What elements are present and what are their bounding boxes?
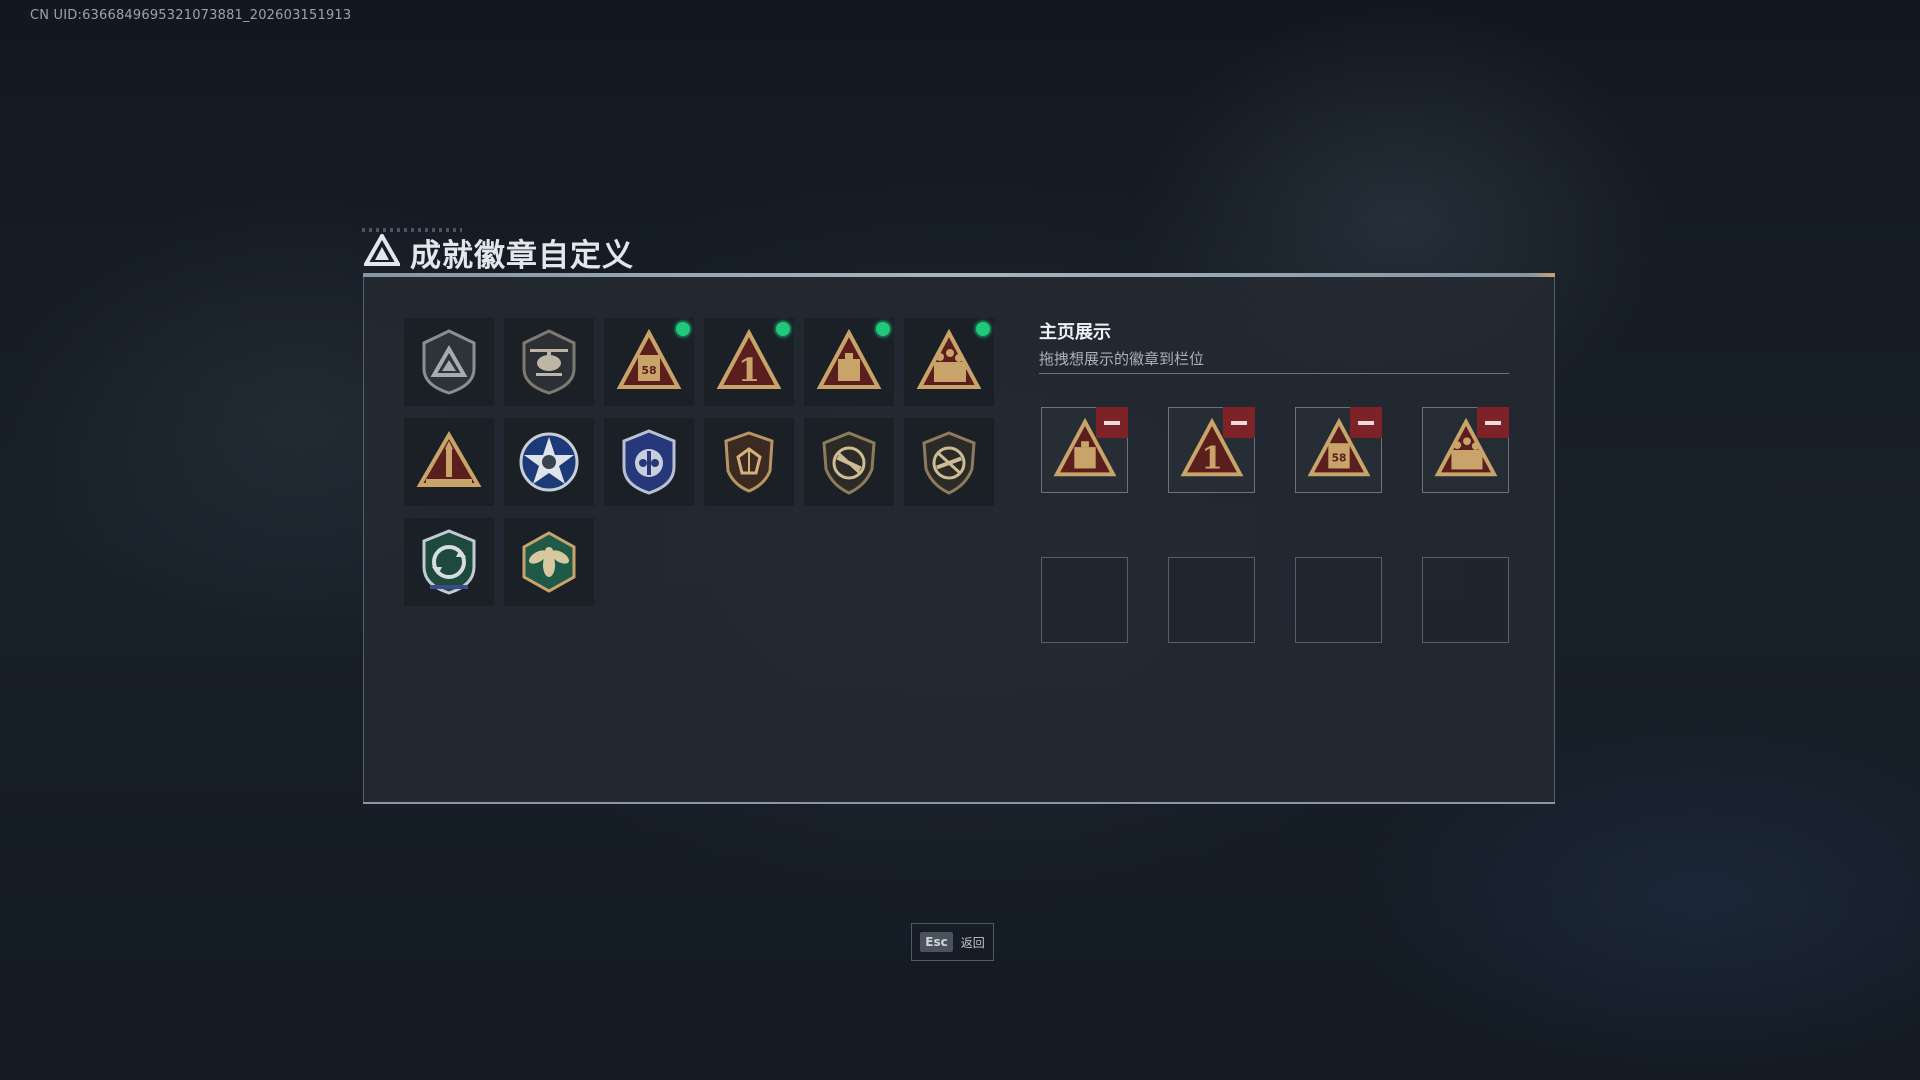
no-rifle-shield-icon <box>822 431 876 495</box>
display-slot-empty[interactable] <box>1041 557 1128 643</box>
badge-item[interactable] <box>504 318 594 406</box>
badge-item[interactable] <box>504 518 594 606</box>
display-slot-empty[interactable] <box>1168 557 1255 643</box>
recycle-shield-icon <box>422 529 476 595</box>
shield-triangle-icon <box>422 329 476 395</box>
panel-top-accent <box>363 273 1555 277</box>
remove-badge-button[interactable] <box>1477 407 1509 438</box>
triangle-soldiers-icon <box>916 328 982 389</box>
badge-item[interactable] <box>404 318 494 406</box>
triangle-logo-icon <box>362 231 402 270</box>
new-indicator <box>976 322 990 336</box>
new-indicator <box>776 322 790 336</box>
svg-text:1: 1 <box>738 351 760 389</box>
wasp-hexagon-icon <box>522 531 576 593</box>
remove-badge-button[interactable] <box>1350 407 1382 438</box>
helicopter-shield-icon <box>522 329 576 395</box>
panel-bottom-line <box>363 802 1555 804</box>
badge-item[interactable] <box>404 518 494 606</box>
display-slot[interactable]: 58 <box>1295 407 1382 493</box>
triangle-number-one-icon: 1 <box>716 328 782 389</box>
display-divider <box>1039 373 1509 374</box>
display-slot[interactable] <box>1422 407 1509 493</box>
badge-item[interactable] <box>904 318 994 406</box>
remove-badge-button[interactable] <box>1223 407 1255 438</box>
triangle-rocket-icon <box>416 431 482 487</box>
display-slot[interactable] <box>1041 407 1128 493</box>
page-title: 成就徽章自定义 <box>362 230 634 274</box>
back-label: 返回 <box>960 935 985 950</box>
badge-item[interactable] <box>404 418 494 506</box>
minus-icon <box>1485 420 1501 425</box>
svg-text:1: 1 <box>1201 440 1223 476</box>
display-subtitle: 拖拽想展示的徽章到栏位 <box>1039 350 1205 368</box>
new-indicator <box>876 322 890 336</box>
badge-item[interactable] <box>604 418 694 506</box>
triangle-58-icon: 58 <box>616 328 682 389</box>
display-slot-empty[interactable] <box>1422 557 1509 643</box>
badge-item[interactable] <box>904 418 994 506</box>
star-skull-icon <box>519 432 579 492</box>
badge-item[interactable]: 58 <box>604 318 694 406</box>
triangle-crate-icon <box>816 328 882 389</box>
no-rifle-shield-icon <box>922 431 976 495</box>
blue-emblem-icon <box>622 429 676 495</box>
homepage-display-header: 主页展示 拖拽想展示的徽章到栏位 <box>1039 318 1204 369</box>
svg-text:58: 58 <box>641 364 656 377</box>
display-slot-empty[interactable] <box>1295 557 1382 643</box>
display-title: 主页展示 <box>1039 322 1111 343</box>
page-title-text: 成就徽章自定义 <box>410 237 634 274</box>
esc-key-hint: Esc <box>920 932 953 952</box>
uid-label: CN UID:6366849695321073881_202603151913 <box>30 8 352 23</box>
new-indicator <box>676 322 690 336</box>
back-button[interactable]: Esc 返回 <box>911 923 994 961</box>
badge-item[interactable] <box>504 418 594 506</box>
display-slot[interactable]: 1 <box>1168 407 1255 493</box>
gem-shield-icon <box>724 431 774 493</box>
minus-icon <box>1231 420 1247 425</box>
badge-item[interactable] <box>804 318 894 406</box>
badge-item[interactable] <box>704 418 794 506</box>
remove-badge-button[interactable] <box>1096 407 1128 438</box>
badge-item[interactable]: 1 <box>704 318 794 406</box>
svg-text:58: 58 <box>1331 452 1346 465</box>
minus-icon <box>1358 420 1374 425</box>
minus-icon <box>1104 420 1120 425</box>
badge-item[interactable] <box>804 418 894 506</box>
